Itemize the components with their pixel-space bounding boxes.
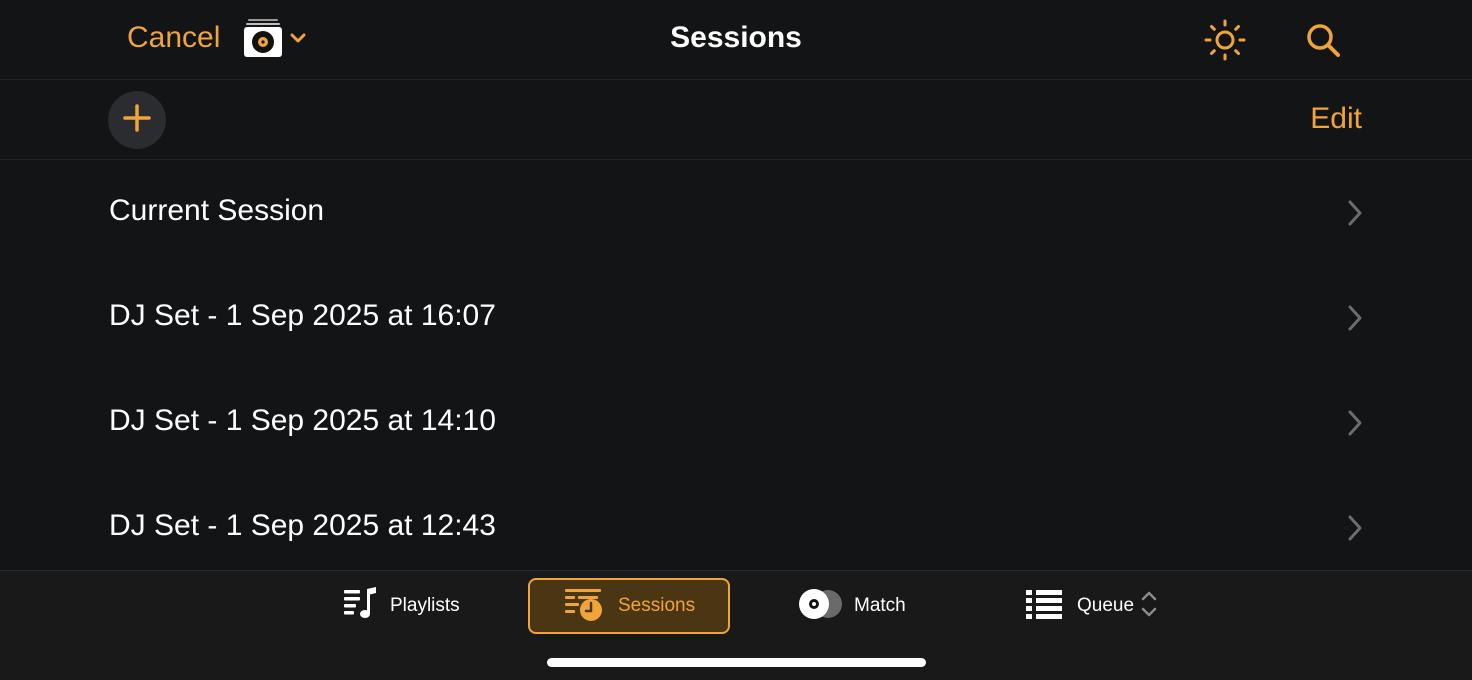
tab-bar: Playlists Sessions Match Queue xyxy=(0,570,1472,680)
chevron-right-icon xyxy=(1348,515,1362,541)
session-label: DJ Set - 1 Sep 2025 at 14:10 xyxy=(109,404,496,437)
list-item[interactable]: DJ Set - 1 Sep 2025 at 16:07 xyxy=(0,265,1472,370)
chevron-up-down-icon xyxy=(1140,589,1158,624)
sessions-toolbar: Edit xyxy=(0,80,1472,160)
list-icon xyxy=(1025,589,1063,624)
session-label: DJ Set - 1 Sep 2025 at 12:43 xyxy=(109,509,496,542)
navigation-bar: Cancel Sessions xyxy=(0,0,1472,80)
tab-label: Playlists xyxy=(390,595,460,616)
list-item[interactable]: Current Session xyxy=(0,160,1472,265)
home-indicator xyxy=(547,658,926,667)
list-item[interactable]: DJ Set - 1 Sep 2025 at 12:43 xyxy=(0,475,1472,580)
sessions-clock-icon xyxy=(564,586,604,627)
tab-queue[interactable]: Queue xyxy=(1025,578,1175,634)
tab-sessions[interactable]: Sessions xyxy=(528,578,730,634)
tab-label: Sessions xyxy=(618,595,696,616)
session-label: DJ Set - 1 Sep 2025 at 16:07 xyxy=(109,299,496,332)
tab-playlists[interactable]: Playlists xyxy=(340,578,510,634)
tab-label: Queue xyxy=(1077,595,1135,616)
magnifier-icon[interactable] xyxy=(1300,17,1346,63)
sun-icon[interactable] xyxy=(1202,17,1248,63)
chevron-right-icon xyxy=(1348,410,1362,436)
tab-label: Match xyxy=(854,595,906,616)
session-label: Current Session xyxy=(109,194,325,227)
app-root: Cancel Sessions Edit Current Session DJ … xyxy=(0,0,1472,680)
tab-match[interactable]: Match xyxy=(798,578,948,634)
record-match-icon xyxy=(798,588,844,625)
chevron-right-icon xyxy=(1348,305,1362,331)
plus-icon xyxy=(122,103,152,138)
list-item[interactable]: DJ Set - 1 Sep 2025 at 14:10 xyxy=(0,370,1472,475)
add-session-button[interactable] xyxy=(108,91,166,149)
playlist-icon xyxy=(340,586,378,627)
sessions-list: Current Session DJ Set - 1 Sep 2025 at 1… xyxy=(0,160,1472,580)
page-title: Sessions xyxy=(670,21,802,54)
chevron-right-icon xyxy=(1348,200,1362,226)
edit-button[interactable]: Edit xyxy=(1310,102,1362,136)
